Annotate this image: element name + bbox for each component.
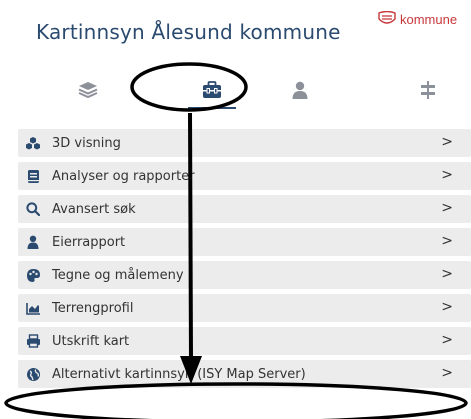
tab-settings[interactable] (398, 64, 458, 116)
menu-item-utskrift-kart[interactable]: Utskrift kart > (18, 327, 471, 355)
cubes-icon (25, 135, 41, 151)
app-title: Kartinnsyn Ålesund kommune (36, 20, 341, 44)
chevron-right-icon: > (441, 200, 453, 216)
toolbox-icon (203, 81, 221, 98)
chevron-right-icon: > (441, 332, 453, 348)
layers-icon (78, 82, 98, 99)
chevron-right-icon: > (441, 299, 453, 315)
menu-item-label: Utskrift kart (52, 333, 130, 349)
menu-item-label: 3D visning (52, 135, 121, 151)
menu-item-label: Avansert søk (52, 201, 136, 217)
chevron-right-icon: > (441, 266, 453, 282)
menu-item-label: Tegne og målemeny (52, 267, 184, 283)
print-icon (25, 333, 41, 349)
menu-item-avansert-sok[interactable]: Avansert søk > (18, 195, 471, 223)
book-icon (25, 168, 41, 184)
user-icon (25, 234, 41, 250)
menu-item-label: Analyser og rapporter (52, 168, 195, 184)
chevron-right-icon: > (441, 134, 453, 150)
area-chart-icon (25, 300, 41, 316)
logo-text: kommune (400, 11, 458, 27)
menu-item-terrengprofil[interactable]: Terrengprofil > (18, 294, 471, 322)
menu-item-label: Terrengprofil (52, 300, 134, 316)
search-icon (25, 201, 41, 217)
crest-icon (378, 11, 396, 24)
active-tab-indicator (188, 107, 236, 109)
menu-item-alternativt-kartinnsyn[interactable]: Alternativt kartinnsyn (ISY Map Server) … (18, 360, 471, 388)
chevron-right-icon: > (441, 233, 453, 249)
palette-icon (25, 267, 41, 283)
menu-item-label: Eierrapport (52, 234, 126, 250)
user-icon (292, 81, 308, 99)
chevron-right-icon: > (441, 365, 453, 381)
menu-item-eierrapport[interactable]: Eierrapport > (18, 228, 471, 256)
menu-item-analyser-og-rapporter[interactable]: Analyser og rapporter > (18, 162, 471, 190)
tool-menu: 3D visning > Analyser og rapporter > Ava… (18, 129, 471, 393)
tab-user[interactable] (270, 64, 330, 116)
menu-item-tegne-og-malemeny[interactable]: Tegne og målemeny > (18, 261, 471, 289)
sliders-icon (421, 81, 435, 99)
tab-layers[interactable] (58, 64, 118, 116)
globe-icon (25, 366, 41, 382)
tool-tabs (0, 64, 471, 124)
municipality-logo: kommune (378, 8, 471, 30)
menu-item-label: Alternativt kartinnsyn (ISY Map Server) (52, 366, 306, 382)
chevron-right-icon: > (441, 167, 453, 183)
menu-item-3d-visning[interactable]: 3D visning > (18, 129, 471, 157)
